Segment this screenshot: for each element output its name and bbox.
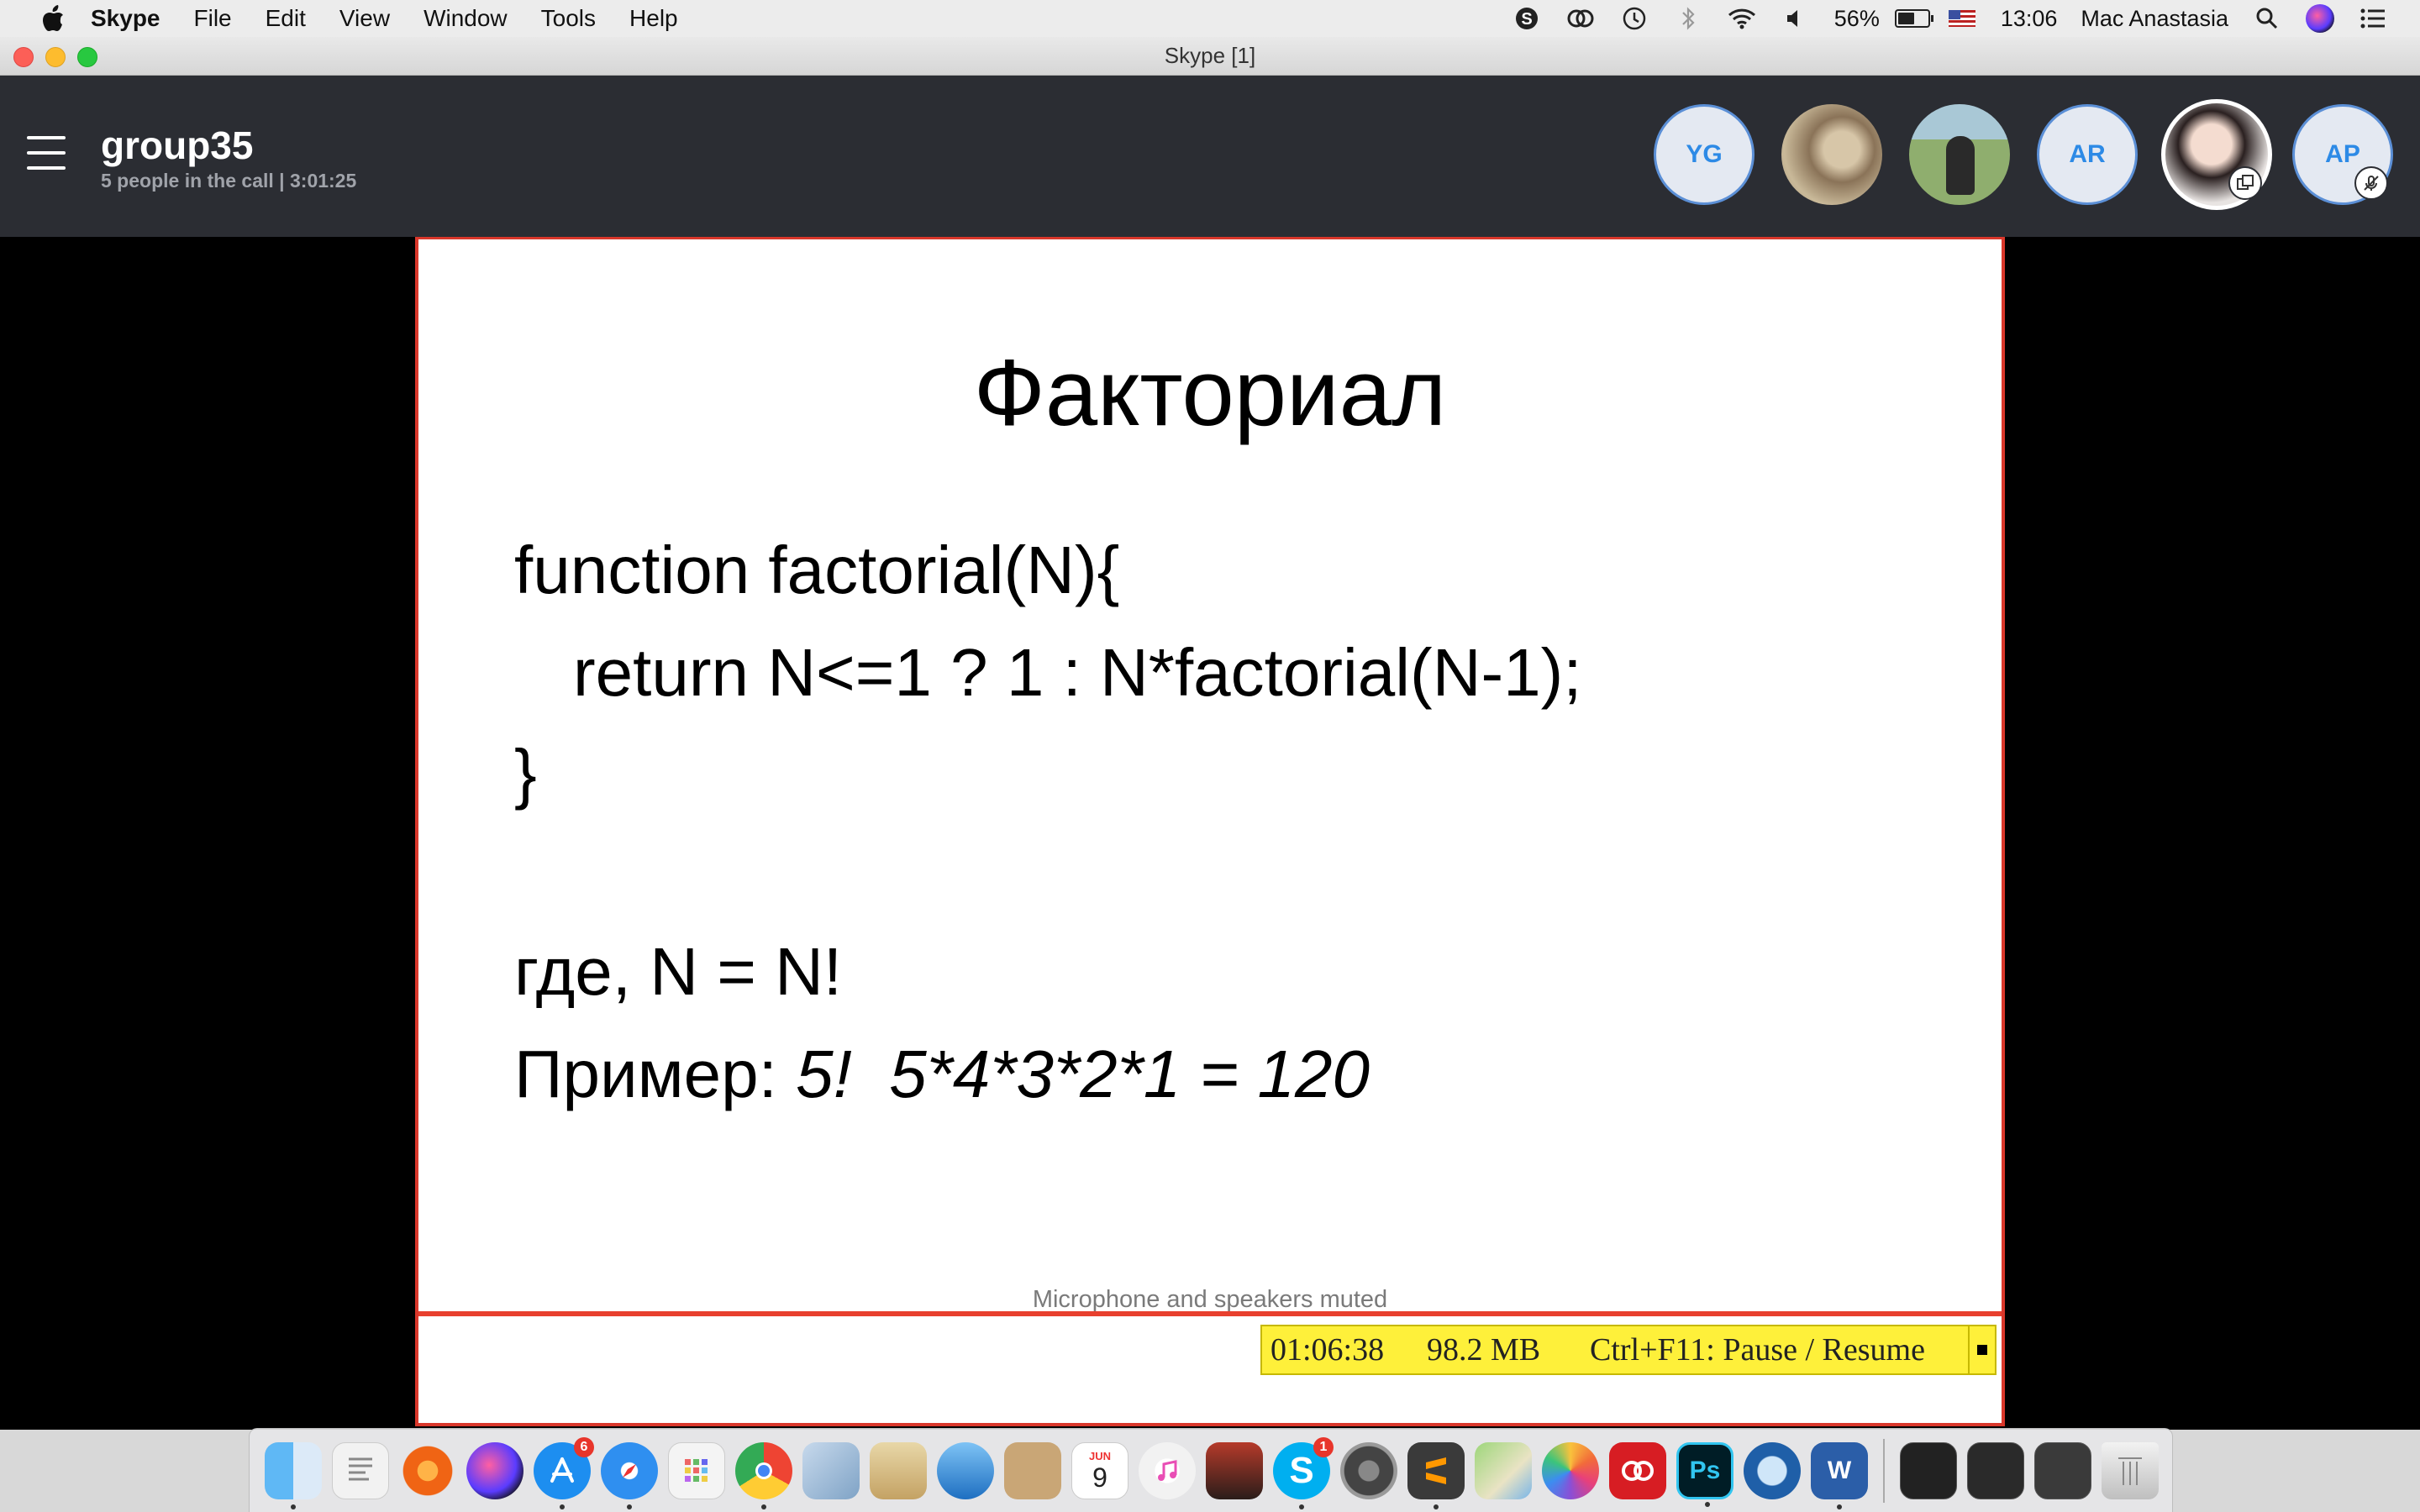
photoshop-icon[interactable]: Ps: [1676, 1441, 1733, 1507]
presentation-slide: Факториал function factorial(N){ return …: [415, 237, 2005, 1426]
window-title: Skype [1]: [1164, 43, 1256, 68]
call-header: group35 5 people in the call | 3:01:25 Y…: [0, 76, 2420, 237]
shared-screen-stage: Факториал function factorial(N){ return …: [0, 237, 2420, 1430]
firefox-icon[interactable]: [399, 1441, 456, 1499]
svg-text:S: S: [1521, 10, 1532, 29]
app-store-badge: 6: [574, 1436, 594, 1457]
recorder-size: 98.2 MB: [1427, 1332, 1541, 1368]
slide-where-line: где, N = N!: [514, 934, 843, 1009]
example-value: 5! 5*4*3*2*1 = 120: [796, 1037, 1370, 1111]
screen-recorder-panel: 01:06:38 98.2 MB Ctrl+F11: Pause / Resum…: [1260, 1325, 1996, 1375]
window-close-button[interactable]: [13, 47, 34, 67]
spotlight-search-icon[interactable]: [2251, 3, 2283, 34]
participant-avatar-photo[interactable]: [1909, 104, 2010, 205]
skype-dock-icon[interactable]: S 1: [1273, 1436, 1334, 1509]
menu-edit[interactable]: Edit: [249, 5, 323, 32]
word-icon[interactable]: W: [1811, 1441, 1868, 1509]
status-tray: S 56% 13:06 Mac Anastasia: [1500, 0, 2400, 37]
menu-app-skype[interactable]: Skype: [76, 5, 177, 32]
window-maximize-button[interactable]: [77, 47, 97, 67]
app-store-icon[interactable]: 6: [534, 1436, 594, 1509]
menu-tools[interactable]: Tools: [524, 5, 613, 32]
menu-file[interactable]: File: [177, 5, 249, 32]
muted-status-label: Microphone and speakers muted: [1032, 1286, 1388, 1313]
textedit-icon[interactable]: [332, 1441, 389, 1499]
avatar-initials: AP: [2325, 140, 2360, 168]
launchpad-icon[interactable]: [668, 1441, 725, 1499]
avatar-initials: AR: [2069, 140, 2106, 168]
recorder-stop-button[interactable]: [1968, 1326, 1995, 1373]
battery-percent: 56%: [1833, 5, 1880, 31]
siri-icon[interactable]: [2306, 4, 2334, 33]
volume-icon[interactable]: [1780, 3, 1812, 34]
menu-bar: Skype File Edit View Window Tools Help S…: [0, 0, 2420, 37]
photoshop-label: Ps: [1689, 1456, 1721, 1484]
time-machine-icon[interactable]: [1618, 3, 1650, 34]
skype-badge: 1: [1313, 1436, 1334, 1457]
mail-app-icon[interactable]: [937, 1441, 994, 1499]
calendar-icon[interactable]: JUN 9: [1071, 1441, 1128, 1499]
siri-dock-icon[interactable]: [466, 1441, 523, 1499]
maps-icon[interactable]: [1475, 1441, 1532, 1499]
wifi-icon[interactable]: [1726, 3, 1758, 34]
notification-center-icon[interactable]: [2357, 3, 2389, 34]
hamburger-menu-icon[interactable]: [27, 136, 66, 170]
menubar-clock[interactable]: 13:06: [2001, 6, 2058, 32]
apple-icon[interactable]: [32, 5, 76, 32]
system-preferences-icon[interactable]: [1340, 1441, 1397, 1499]
example-label: Пример:: [514, 1037, 797, 1111]
archive-utility-icon[interactable]: [870, 1441, 927, 1499]
skype-tray-icon[interactable]: S: [1511, 3, 1543, 34]
code-line: }: [514, 736, 537, 811]
participant-avatar-yg[interactable]: YG: [1654, 104, 1754, 205]
safari-icon[interactable]: [601, 1441, 658, 1509]
code-line: return N<=1 ? 1 : N*factorial(N-1);: [573, 635, 1582, 710]
dock: 6 JUN 9 S 1 Ps W: [249, 1428, 2173, 1512]
menu-window[interactable]: Window: [407, 5, 524, 32]
trash-icon[interactable]: [2102, 1441, 2159, 1499]
call-group-name: group35: [101, 123, 254, 167]
code-line: function factorial(N){: [514, 533, 1120, 607]
creative-cloud-dock-icon[interactable]: [1609, 1441, 1666, 1499]
participant-avatar-photo[interactable]: [1781, 104, 1882, 205]
menubar-user[interactable]: Mac Anastasia: [2081, 6, 2228, 32]
window-titlebar: Skype [1]: [0, 37, 2420, 76]
calendar-month: JUN: [1088, 1449, 1111, 1462]
screen-share-icon: [2228, 166, 2262, 200]
word-label: W: [1827, 1456, 1852, 1484]
sublime-text-icon[interactable]: [1407, 1441, 1465, 1509]
call-status: 5 people in the call | 3:01:25: [101, 170, 357, 192]
recording-indicator-strip: [418, 1311, 2002, 1316]
mic-muted-icon: [2354, 166, 2388, 200]
calendar-day: 9: [1092, 1462, 1107, 1493]
menu-help[interactable]: Help: [613, 5, 695, 32]
bluetooth-icon[interactable]: [1672, 3, 1704, 34]
battery-icon[interactable]: [1894, 9, 1933, 28]
minimized-window-photoshop-icon[interactable]: [2034, 1441, 2091, 1499]
slide-title: Факториал: [973, 340, 1447, 445]
participant-avatar-ar[interactable]: AR: [2037, 104, 2138, 205]
window-minimize-button[interactable]: [45, 47, 66, 67]
creative-cloud-tray-icon[interactable]: [1565, 3, 1597, 34]
menu-view[interactable]: View: [323, 5, 407, 32]
quicktime-icon[interactable]: [1744, 1441, 1801, 1499]
preview-icon[interactable]: [802, 1441, 860, 1499]
minimized-window-terminal-icon[interactable]: [1900, 1441, 1957, 1499]
minimized-window-editor-icon[interactable]: [1967, 1441, 2024, 1499]
photo-booth-icon[interactable]: [1206, 1441, 1263, 1499]
notes-book-icon[interactable]: [1004, 1441, 1061, 1499]
itunes-icon[interactable]: [1139, 1441, 1196, 1499]
input-source-flag-icon[interactable]: [1948, 10, 1975, 27]
avatar-initials: YG: [1686, 140, 1723, 168]
chrome-icon[interactable]: [735, 1441, 792, 1509]
recorder-elapsed: 01:06:38: [1270, 1332, 1385, 1368]
dock-separator: [1883, 1438, 1885, 1503]
slide-example-line: Пример: 5! 5*4*3*2*1 = 120: [514, 1036, 1370, 1113]
recorder-hotkey[interactable]: Ctrl+F11: Pause / Resume: [1590, 1331, 1925, 1368]
photos-icon[interactable]: [1542, 1441, 1599, 1499]
finder-icon[interactable]: [265, 1441, 322, 1509]
